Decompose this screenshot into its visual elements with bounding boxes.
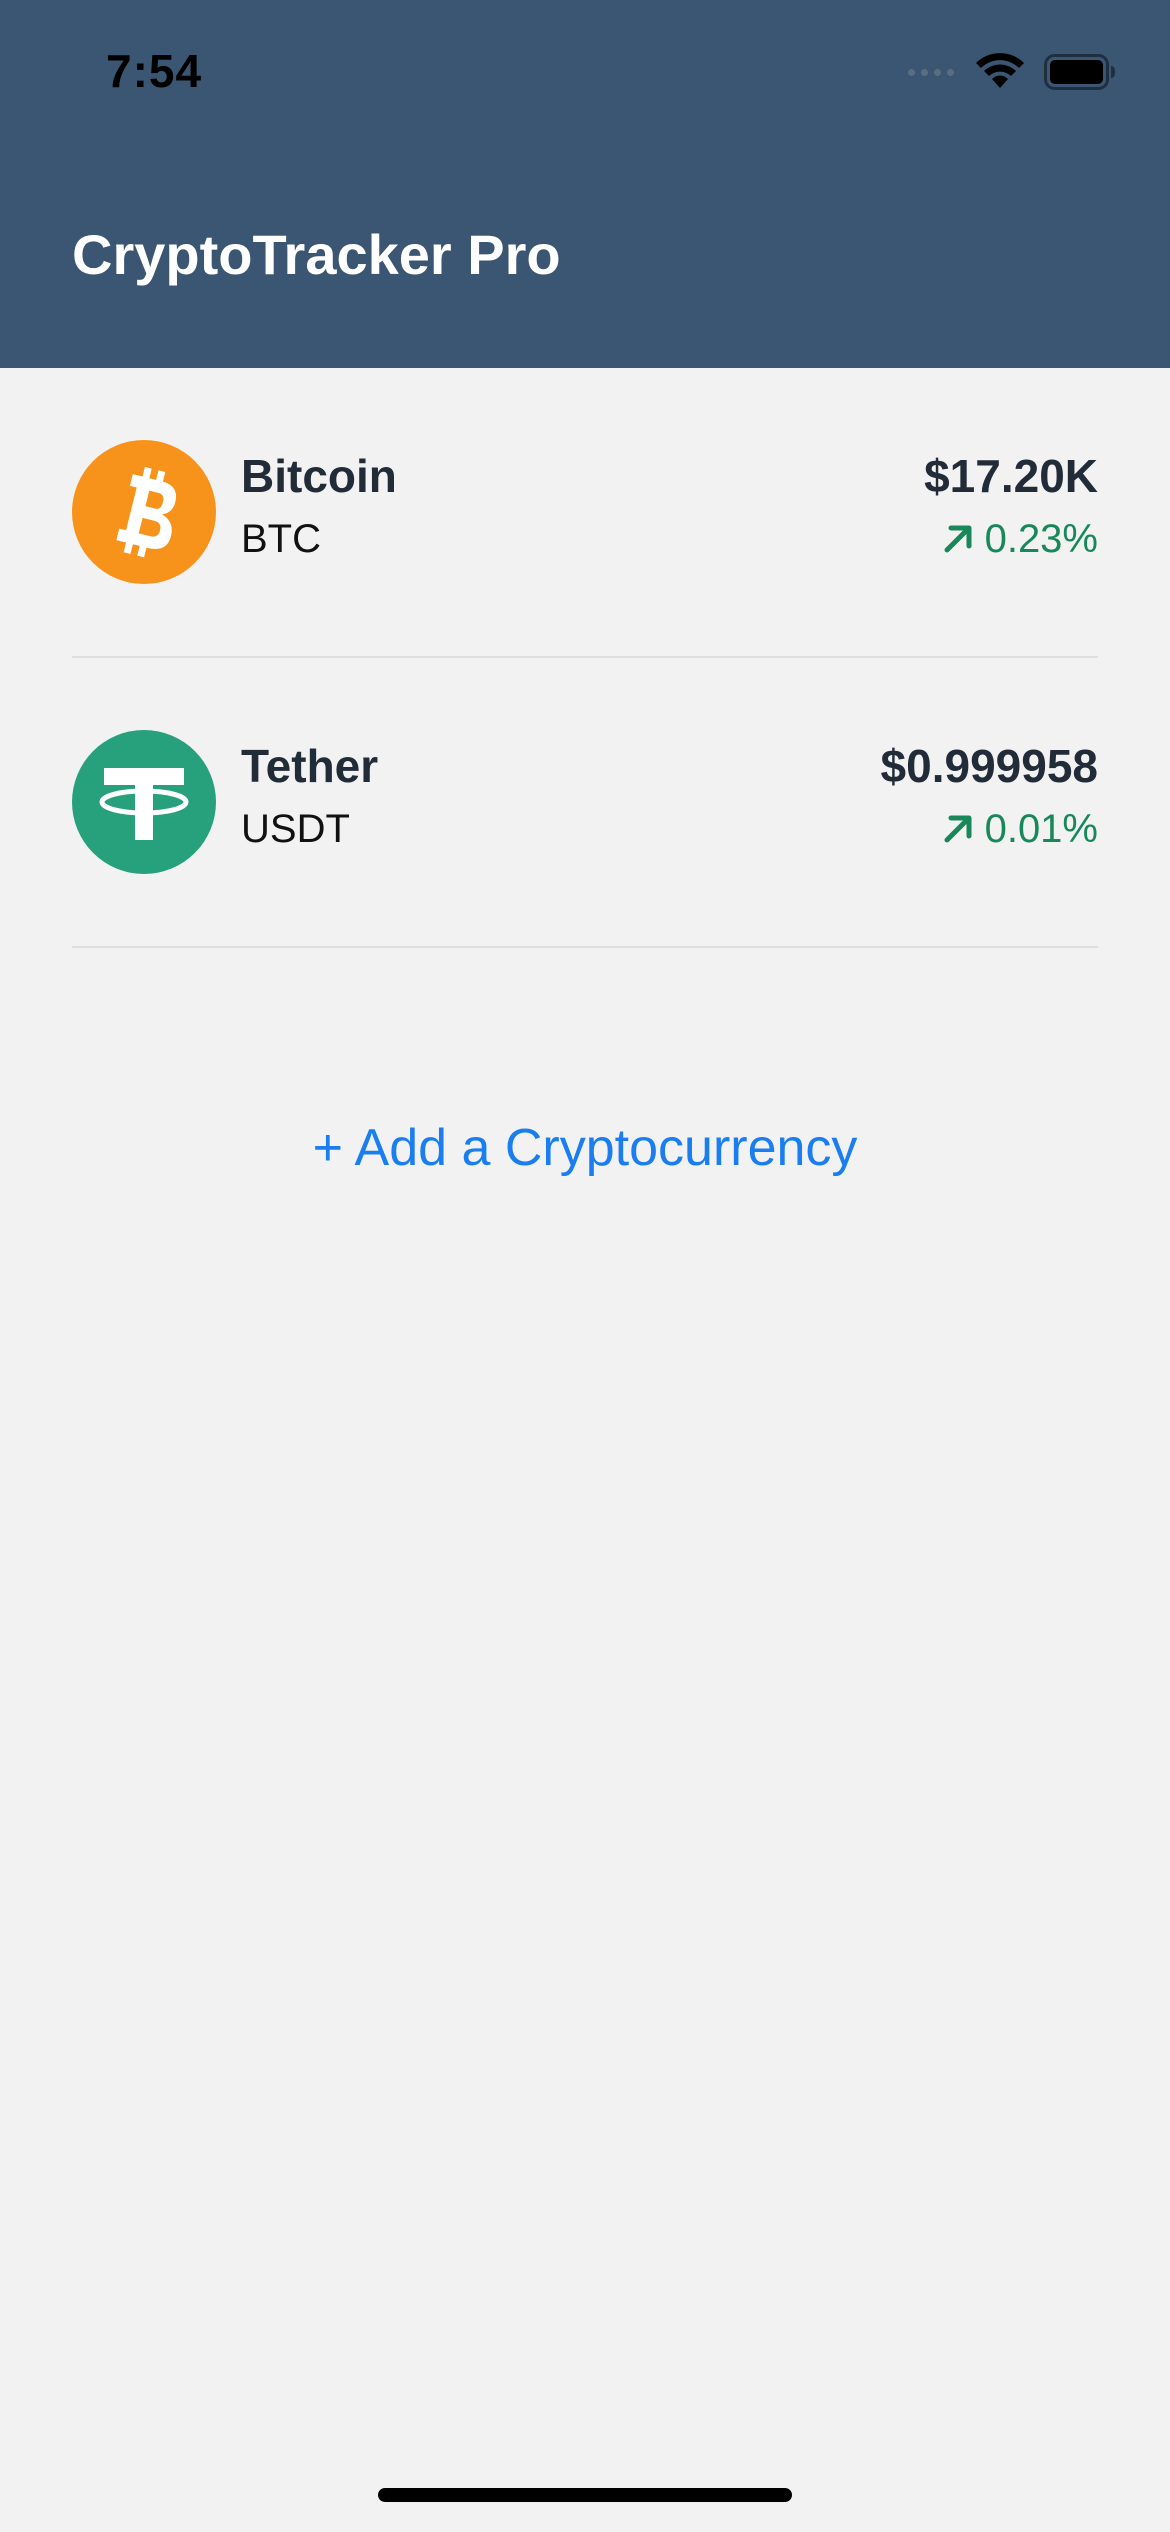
coin-symbol: BTC bbox=[241, 517, 321, 561]
home-indicator[interactable] bbox=[378, 2488, 792, 2502]
arrow-up-right-icon bbox=[944, 525, 972, 553]
coin-symbol: USDT bbox=[241, 807, 350, 851]
page-title: CryptoTracker Pro bbox=[72, 223, 561, 286]
coin-row-bitcoin[interactable]: Bitcoin BTC $17.20K 0.23% bbox=[72, 368, 1098, 658]
add-cryptocurrency-button[interactable]: + Add a Cryptocurrency bbox=[0, 1116, 1170, 1180]
coin-list: Bitcoin BTC $17.20K 0.23% Tether USDT $0… bbox=[72, 368, 1098, 948]
wifi-icon bbox=[976, 53, 1024, 88]
coin-change-value: 0.23% bbox=[984, 517, 1098, 561]
arrow-up-right-icon bbox=[944, 815, 972, 843]
coin-price: $0.999958 bbox=[880, 740, 1098, 792]
coin-change: 0.01% bbox=[941, 804, 1098, 854]
coin-change: 0.23% bbox=[941, 514, 1098, 564]
status-time: 7:54 bbox=[106, 45, 203, 97]
tether-logo-icon bbox=[72, 730, 216, 874]
cellular-signal-icon bbox=[908, 68, 954, 76]
coin-name: Bitcoin bbox=[241, 450, 397, 502]
status-icons bbox=[908, 52, 1116, 92]
app-header: 7:54 CryptoTracker Pro bbox=[0, 0, 1170, 368]
coin-change-value: 0.01% bbox=[984, 807, 1098, 851]
bitcoin-logo-icon bbox=[72, 440, 216, 584]
coin-price: $17.20K bbox=[924, 450, 1098, 502]
coin-name: Tether bbox=[241, 740, 379, 792]
battery-icon bbox=[1044, 54, 1115, 90]
coin-row-tether[interactable]: Tether USDT $0.999958 0.01% bbox=[72, 658, 1098, 948]
